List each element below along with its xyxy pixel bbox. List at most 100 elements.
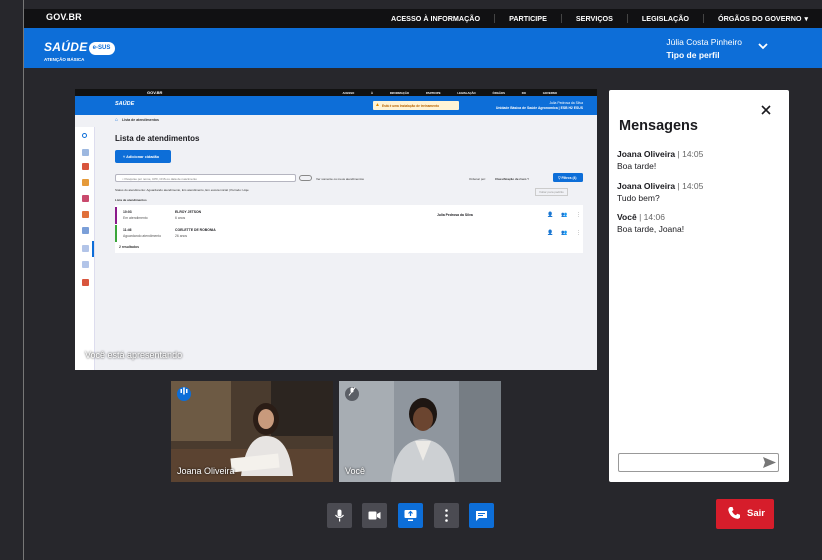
row-age: 26 anos — [175, 234, 188, 238]
only-mine-toggle — [299, 175, 312, 181]
presenting-label: Você está apresentando — [85, 350, 183, 360]
training-banner-text: Está é uma Instalação de treinamento — [382, 103, 440, 108]
more-options-button[interactable] — [434, 503, 459, 528]
gov-link-orgaos-label: ÓRGÃOS DO GOVERNO — [718, 14, 802, 23]
order-label: Ordenar por: — [469, 177, 487, 181]
results-count: 2 resultados — [119, 245, 139, 249]
message-author: Joana Oliveira — [617, 149, 676, 159]
shared-gov-link: PARTICIPE — [425, 91, 441, 95]
chat-panel: Mensagens Joana Oliveira | 14:05 Boa tar… — [609, 90, 789, 482]
list-item: 11:46 Aguardando atendimento COELETTE DE… — [115, 225, 583, 242]
add-citizen-label: Adicionar cidadão — [126, 154, 160, 159]
more-icon: ⋮ — [576, 212, 581, 218]
message-text: Tudo bem? — [617, 193, 660, 203]
shared-app-header: SAÚDE ▲ Está é uma Instalação de treinam… — [75, 96, 597, 115]
app-header: SAÚDE e-SUS ATENÇÃO BÁSICA Júlia Costa Pi… — [24, 28, 822, 68]
shared-gov-link: ACESSO À INFORMAÇÃO — [342, 91, 410, 95]
person-icon: 👤 — [547, 230, 554, 236]
chat-message: Joana Oliveira | 14:05 Boa tarde! — [617, 148, 703, 172]
camera-icon — [368, 511, 381, 520]
camera-button[interactable] — [362, 503, 387, 528]
search-icon — [82, 133, 87, 138]
list-label: Lista de atendimentos — [115, 198, 147, 202]
person-icon: 👤 — [547, 212, 554, 218]
breadcrumb: ⌂ Lista de atendimentos — [115, 117, 159, 123]
leave-button[interactable]: Sair — [716, 499, 774, 529]
sidebar-active-marker — [92, 241, 94, 257]
user-icon — [82, 211, 89, 218]
user-role: Tipo de perfil — [666, 50, 720, 60]
microphone-icon — [335, 509, 344, 522]
chat-message: Joana Oliveira | 14:05 Tudo bem? — [617, 180, 703, 204]
chat-icon — [476, 511, 487, 521]
shared-gov-logo: GOV.BR — [147, 90, 163, 95]
filter-label: Filtros (4) — [561, 175, 577, 180]
gov-link-legislacao[interactable]: LEGISLAÇÃO — [626, 14, 703, 23]
participant-tile-self: Você — [339, 381, 501, 482]
gov-bar: GOV.BR ACESSO À INFORMAÇÃO PARTICIPE SER… — [24, 9, 822, 28]
chevron-down-icon[interactable] — [758, 42, 768, 53]
shared-gov-links: ACESSO À INFORMAÇÃO PARTICIPE LEGISLAÇÃO… — [342, 91, 557, 95]
home-icon: ⌂ — [115, 117, 119, 123]
gov-link-participe[interactable]: PARTICIPE — [494, 14, 561, 23]
reset-filters: Voltar para padrão — [535, 188, 568, 196]
filter-button: ▽ Filtros (4) — [553, 173, 583, 182]
shared-gov-link: LEGISLAÇÃO — [457, 91, 476, 95]
app-logo[interactable]: SAÚDE e-SUS ATENÇÃO BÁSICA — [44, 38, 115, 62]
gov-link-orgaos[interactable]: ÓRGÃOS DO GOVERNO ▾ — [703, 14, 822, 23]
close-icon[interactable] — [761, 102, 771, 119]
row-name: ELROY JETSON — [175, 210, 202, 214]
report-icon — [82, 279, 89, 286]
add-citizen-button: ˅ Adicionar cidadão — [115, 150, 171, 163]
shared-user-unit: Unidade Básica de Saúde Agronomica | ESB… — [495, 106, 583, 110]
message-time: 14:05 — [682, 181, 704, 191]
gov-link-servicos[interactable]: SERVIÇOS — [560, 14, 627, 23]
message-separator: | — [677, 149, 680, 159]
shared-screen: GOV.BR ACESSO À INFORMAÇÃO PARTICIPE LEG… — [75, 89, 597, 370]
breadcrumb-current: Lista de atendimentos — [122, 118, 159, 122]
frame-edge — [23, 0, 24, 560]
row-time: 11:46 — [123, 228, 132, 232]
chevron-down-icon: ▾ — [804, 16, 808, 23]
share-screen-button[interactable] — [398, 503, 423, 528]
chat-message-input[interactable] — [618, 453, 779, 472]
transfer-icon — [82, 227, 89, 234]
attendance-list: 10:03 Em atendimento ELROY JETSON 6 anos… — [115, 205, 583, 253]
group-icon: 👥 — [561, 212, 568, 218]
gov-logo[interactable]: GOV.BR — [46, 12, 82, 22]
user-menu[interactable]: Júlia Costa Pinheiro Tipo de perfil — [666, 37, 742, 60]
message-separator: | — [639, 212, 642, 222]
warning-icon: ▲ — [375, 102, 380, 108]
person-icon — [82, 179, 89, 186]
shared-gov-link: ÓRGÃOS DO GOVERNO — [492, 91, 557, 95]
microphone-button[interactable] — [327, 503, 352, 528]
row-professional: Julia Pedrosa da Silva — [437, 213, 473, 217]
message-text: Boa tarde! — [617, 161, 657, 171]
sidebar-icon — [82, 149, 89, 156]
send-icon[interactable] — [761, 454, 778, 471]
row-time: 10:03 — [123, 210, 132, 214]
training-banner: ▲ Está é uma Instalação de treinamento — [373, 101, 459, 110]
more-vertical-icon — [445, 509, 448, 522]
message-time: 14:06 — [643, 212, 665, 222]
chat-message: Você | 14:06 Boa tarde, Joana! — [617, 211, 684, 235]
only-mine-label: Ver somente os meus atendimentos — [316, 177, 364, 181]
logo-word: SAÚDE — [44, 40, 88, 54]
row-status: Em atendimento — [123, 216, 148, 220]
row-status: Aguardando atendimento — [123, 234, 162, 238]
speaking-icon — [177, 387, 191, 401]
shared-user: Julia Pedrosa da Silva Unidade Básica de… — [496, 101, 583, 111]
shared-search-input: ⌕ Pesquise por nome, CPF, CNS ou data de… — [115, 174, 296, 182]
group-icon: 👥 — [561, 230, 568, 236]
phone-hangup-icon — [728, 507, 740, 519]
more-icon: ⋮ — [576, 230, 581, 236]
message-author: Você — [617, 212, 637, 222]
leave-label: Sair — [747, 508, 765, 519]
gov-link-acesso[interactable]: ACESSO À INFORMAÇÃO — [377, 14, 494, 23]
row-name: COELETTE DE ROBONIA — [175, 228, 216, 232]
chat-button[interactable] — [469, 503, 494, 528]
order-value-text: Classificação de risco — [495, 177, 527, 181]
row-age: 6 anos — [175, 216, 186, 220]
document-icon — [82, 195, 89, 202]
list-icon — [82, 245, 89, 252]
